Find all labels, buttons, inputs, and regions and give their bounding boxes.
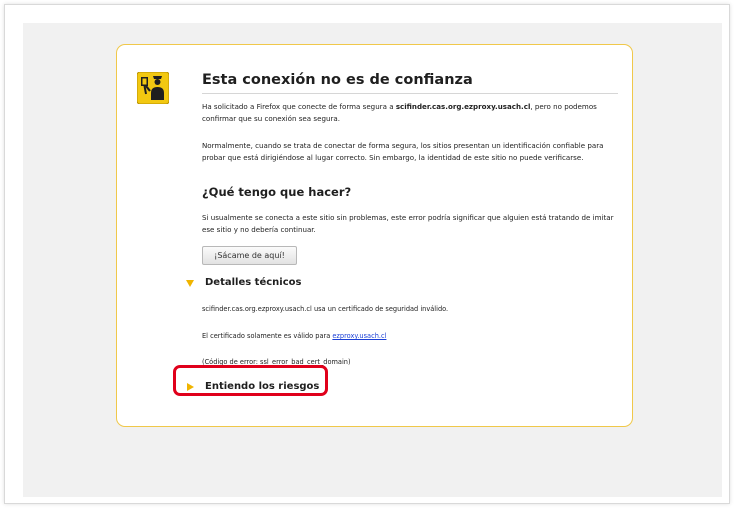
technical-line-valid-for: El certificado solamente es válido para …	[202, 332, 386, 340]
what-to-do-paragraph: Si usualmente se conecta a este sitio si…	[202, 213, 614, 234]
triangle-down-icon	[186, 279, 194, 287]
technical-details-toggle[interactable]: Detalles técnicos	[185, 277, 301, 288]
technical-line-cert: scifinder.cas.org.ezproxy.usach.cl usa u…	[202, 305, 449, 313]
risks-highlight-box	[173, 365, 328, 396]
error-page: Esta conexión no es de confianza Ha soli…	[23, 23, 722, 497]
intro-paragraph: Ha solicitado a Firefox que conecte de f…	[202, 101, 617, 124]
what-to-do-heading: ¿Qué tengo que hacer?	[202, 185, 352, 199]
get-me-out-button[interactable]: ¡Sácame de aquí!	[202, 246, 297, 265]
page-title: Esta conexión no es de confianza	[202, 72, 473, 88]
valid-domain-link[interactable]: ezproxy.usach.cl	[332, 332, 386, 340]
intro-host: scifinder.cas.org.ezproxy.usach.cl	[395, 102, 531, 111]
technical-details-label: Detalles técnicos	[205, 277, 302, 288]
intro-prefix: Ha solicitado a Firefox que conecte de f…	[202, 102, 396, 111]
normal-paragraph: Normalmente, cuando se trata de conectar…	[202, 141, 604, 162]
title-divider	[202, 93, 618, 94]
untrusted-connection-icon	[137, 72, 169, 104]
valid-for-prefix: El certificado solamente es válido para	[202, 332, 333, 340]
